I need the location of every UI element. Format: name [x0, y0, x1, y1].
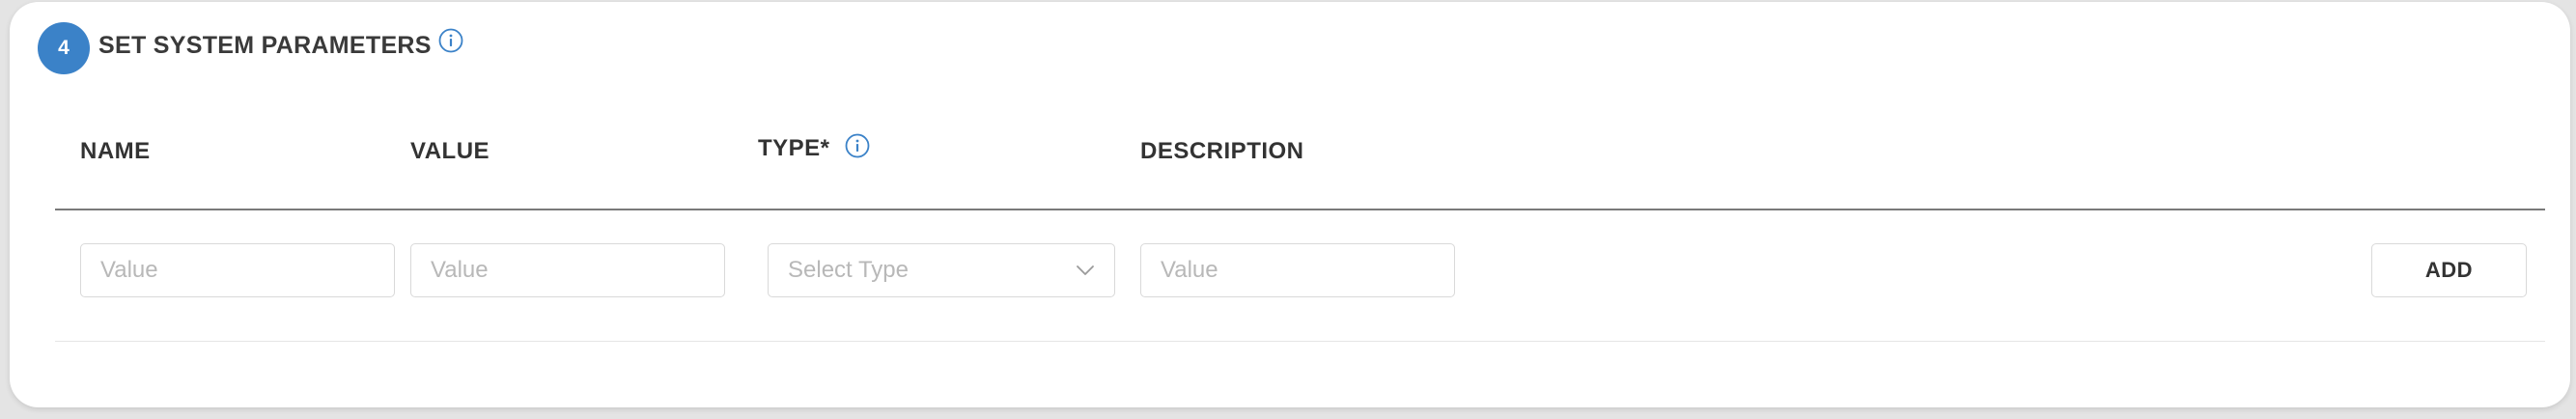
description-input[interactable] — [1140, 243, 1455, 297]
header-divider — [55, 209, 2545, 210]
type-select[interactable]: Select Type — [768, 243, 1115, 297]
section-info-icon[interactable] — [438, 28, 463, 53]
type-select-placeholder: Select Type — [788, 257, 909, 283]
section-title: SET SYSTEM PARAMETERS — [98, 32, 432, 59]
chevron-down-icon — [1076, 265, 1095, 276]
add-button[interactable]: ADD — [2371, 243, 2527, 297]
column-header-type: TYPE* — [758, 135, 830, 161]
system-parameters-card: 4 SET SYSTEM PARAMETERS NAME VALUE TYPE*… — [10, 2, 2570, 407]
value-input[interactable] — [410, 243, 725, 297]
column-header-name: NAME — [80, 138, 151, 164]
column-header-value: VALUE — [410, 138, 490, 164]
column-header-description: DESCRIPTION — [1140, 138, 1304, 164]
row-divider — [55, 341, 2545, 342]
type-info-icon[interactable] — [845, 133, 870, 158]
step-number-badge: 4 — [38, 22, 90, 74]
name-input[interactable] — [80, 243, 395, 297]
